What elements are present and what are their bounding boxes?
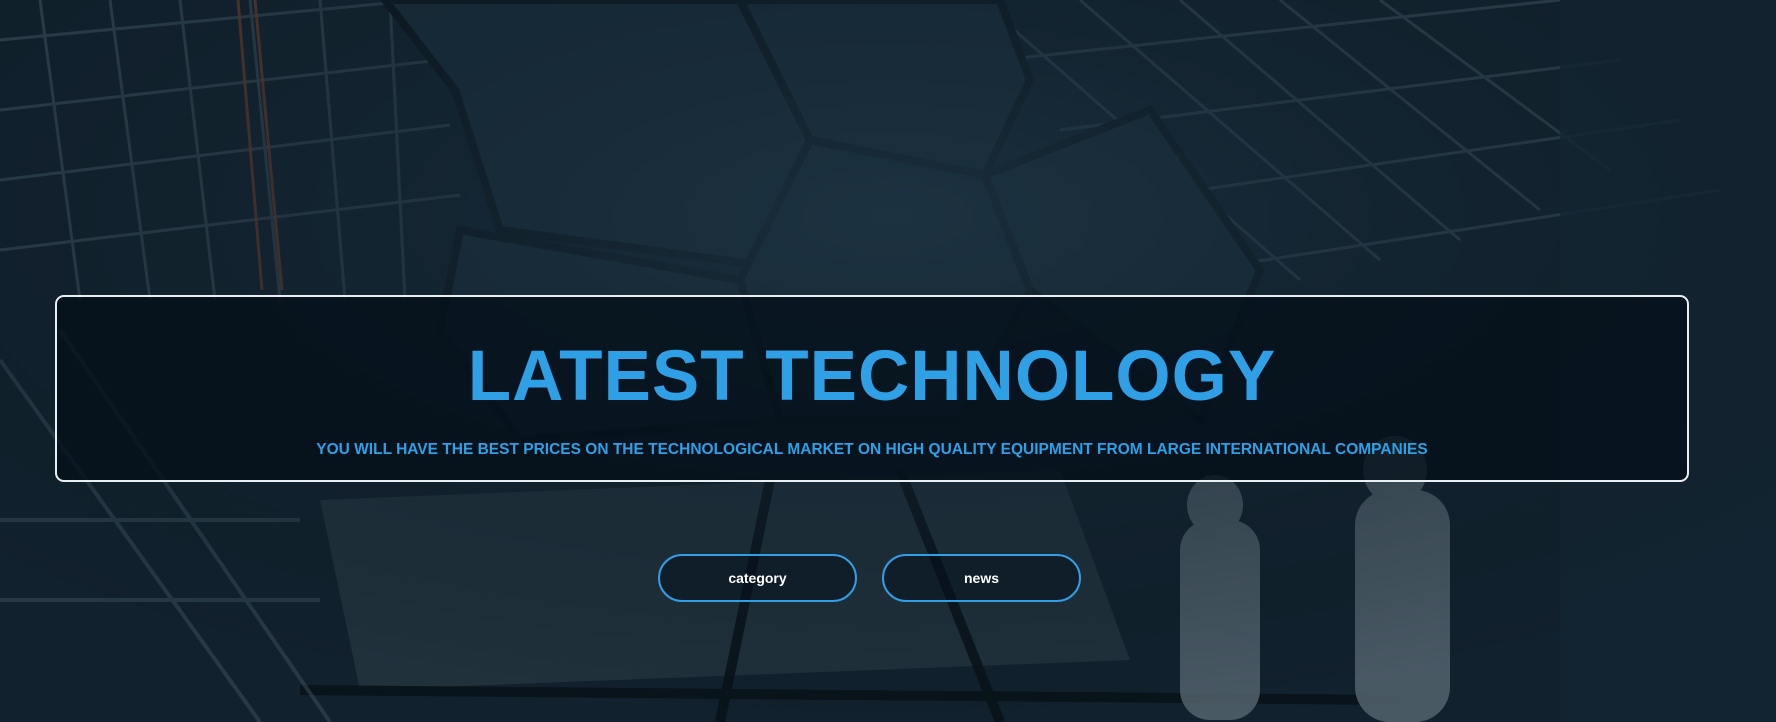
hero-section: LATEST TECHNOLOGY YOU WILL HAVE THE BEST… <box>0 0 1776 722</box>
category-button[interactable]: category <box>658 554 857 602</box>
hero-title: LATEST TECHNOLOGY <box>467 337 1277 416</box>
hero-banner: LATEST TECHNOLOGY YOU WILL HAVE THE BEST… <box>55 295 1689 482</box>
hero-subtitle: YOU WILL HAVE THE BEST PRICES ON THE TEC… <box>316 441 1428 458</box>
news-button[interactable]: news <box>882 554 1081 602</box>
